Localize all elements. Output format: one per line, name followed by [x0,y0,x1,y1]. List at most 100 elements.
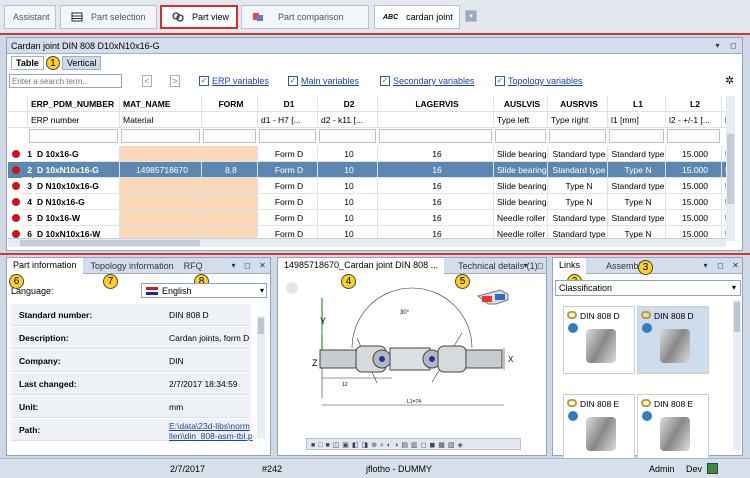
next-button[interactable]: > [170,75,180,87]
tab-vertical[interactable]: Vertical [61,55,102,70]
tab-search-cardan-joint[interactable]: ABC cardan joint [374,5,460,29]
settings-gear-icon[interactable]: ✲ [725,74,734,87]
maximize-icon[interactable]: ◻ [729,41,738,50]
linked-part-card[interactable]: DIN 808 D [637,306,709,374]
tab-part-selection[interactable]: Part selection [60,5,157,29]
column-header: LAGERVIS [378,96,494,112]
pin-dropdown-icon[interactable]: ▾ [229,261,238,270]
row-number: 5 [22,210,32,226]
close-icon[interactable]: ✕ [731,261,740,270]
column-filter-input[interactable] [121,129,200,143]
link-icon [567,311,577,319]
tab-table[interactable]: Table [11,55,44,70]
pin-dropdown-icon[interactable]: ▾ [701,261,710,270]
prev-button[interactable]: < [142,75,152,87]
view-toolbar-icons[interactable]: ■□■◫▣◧◨⊕⌕◐◑▤▥◻◼▦▧◈ [311,442,466,449]
column-header: D1 [258,96,318,112]
search-input[interactable] [9,74,122,88]
secondary-variables-checkbox[interactable]: ✓ Secondary variables [380,76,475,86]
pin-dropdown-icon[interactable]: ▾ [521,261,530,270]
path-link[interactable]: E:\data\23d-libs\norm llen\din_808-asm-t… [169,421,253,441]
info-key: Standard number: [19,310,93,320]
part-info-panel: Part information Topology information RF… [6,257,271,456]
info-row: Standard number: DIN 808 D [11,304,251,326]
column-subheader [8,112,28,128]
horizontal-scrollbar[interactable] [8,238,726,247]
column-filter-input[interactable] [495,129,546,143]
separator-middle [0,253,750,255]
scrollbar-thumb[interactable] [20,240,200,246]
topology-variables-checkbox[interactable]: ✓ Topology variables [495,76,583,86]
scrollbar-thumb-vertical[interactable] [727,134,734,204]
info-key: Company: [19,356,61,366]
status-date: 2/7/2017 [170,464,206,474]
status-user: jflotho - DUMMY [366,464,433,474]
info-key: Description: [19,333,69,343]
tab-links[interactable]: Links [553,257,587,274]
table-cell-ausl: Standard type [548,210,608,226]
table-cell-ausr: Standard type [608,146,666,162]
column-subheader: d1 - H7 [... [258,112,318,128]
links-scrollbar[interactable] [733,300,741,450]
linked-part-card[interactable]: DIN 808 E [563,394,635,462]
column-subheader: ERP number [28,112,120,128]
table-cell-form: Form D [258,178,318,194]
maximize-icon[interactable]: ◻ [716,261,725,270]
maximize-icon[interactable]: ◻ [536,261,545,270]
info-row: Last changed: 2/7/2017 18:34:59 [11,373,251,395]
tab-part-information[interactable]: Part information [7,257,83,274]
table-row[interactable]: 2D 10xN10x16-G 14985718670 8.8 Form D 10 16 Sl… [8,162,726,178]
column-header: AUSRVIS [548,96,608,112]
tab-topology-information[interactable]: Topology information [91,261,174,271]
tab-part-view[interactable]: Part view [160,5,238,29]
linked-part-card[interactable]: DIN 808 E [637,394,709,462]
data-table: ERP_PDM_NUMBER MAT_NAME FORM D1 D2 LAGERVIS AU… [8,96,726,241]
column-filter-input[interactable] [29,129,118,143]
column-filter-input[interactable] [609,129,664,143]
column-filter-input[interactable] [259,129,316,143]
column-filter-input[interactable] [549,129,606,143]
info-value: DIN 808 D [169,310,209,320]
info-key: Path: [19,425,41,435]
table-row[interactable]: 3D N10x10x16-G Form D 10 16 Slide bearings Ty… [8,178,726,194]
add-tab-dropdown[interactable]: ▾ [465,10,477,22]
info-scrollbar[interactable] [257,316,265,438]
column-filter-input[interactable] [379,129,492,143]
table-cell-l1: 15.000 [666,178,722,194]
erp-variables-checkbox[interactable]: ✓ ERP variables [199,76,269,86]
column-filter-input[interactable] [203,129,256,143]
maximize-icon[interactable]: ◻ [243,261,252,270]
column-subheader: Type left [494,112,548,128]
card-title: DIN 808 D [580,311,620,321]
tab-assistant[interactable]: Assistant [4,5,56,29]
table-cell-mat: 8.8 [202,162,258,178]
table-cell-form: Form D [258,210,318,226]
info-value: Cardan joints, form D [169,333,250,343]
table-cell-mat [202,210,258,226]
language-select[interactable]: English ▾ [141,283,267,298]
status-env: Dev [686,464,703,474]
table-row[interactable]: 5D 10x16-W Form D1016Needle roller bearin… [8,210,726,226]
table-cell-ausr: Type N [608,162,666,178]
main-variables-checkbox[interactable]: ✓ Main variables [288,76,359,86]
status-count: #242 [262,464,283,474]
table-row[interactable]: 1D 10x16-G Form D 10 16 Slide bearings Standa… [8,146,726,162]
close-icon[interactable]: ✕ [258,261,267,270]
table-cell-form: Form D [258,162,318,178]
view-toolbar[interactable]: ■□■◫▣◧◨⊕⌕◐◑▤▥◻◼▦▧◈ [306,438,521,450]
vertical-scrollbar[interactable] [726,96,735,241]
table-row[interactable]: 4D N10x16-G Form D 10 16 Slide bearings Type … [8,194,726,210]
column-filter-input[interactable] [667,129,720,143]
classification-select[interactable]: Classification ▾ [555,280,741,296]
pin-dropdown-icon[interactable]: ▾ [713,41,722,50]
linked-part-card[interactable]: DIN 808 D [563,306,635,374]
status-dot-icon [12,230,20,238]
tab-rfq[interactable]: RFQ [184,261,203,271]
column-filter-input[interactable] [319,129,376,143]
tab-part-comparison[interactable]: Part comparison [241,5,369,29]
table-cell-erp: 14985718670 [120,162,202,178]
chevron-down-icon[interactable]: ▾ [260,286,264,295]
tab-3d-view[interactable]: 14985718670_Cardan joint DIN 808 ... [278,257,445,274]
link-icon [641,399,651,407]
chevron-down-icon[interactable]: ▾ [732,281,736,295]
